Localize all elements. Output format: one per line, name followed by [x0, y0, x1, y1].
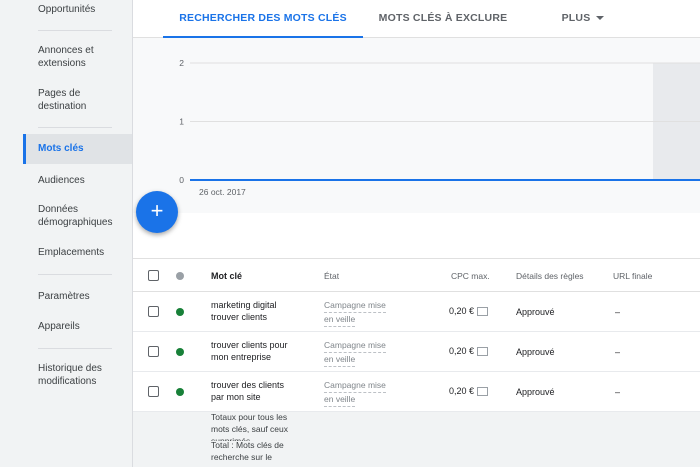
url-value: –	[615, 347, 621, 357]
table-header: Mot clé État CPC max. Détails des règles…	[133, 258, 700, 292]
row-checkbox[interactable]	[148, 306, 159, 317]
google-ads-keywords-page: Opportunités Annonces et extensions Page…	[0, 0, 700, 467]
chart-y-tick-label: 0	[179, 175, 184, 185]
row-checkbox[interactable]	[148, 386, 159, 397]
sidebar-item-audiences[interactable]: Audiences	[23, 174, 132, 187]
chart-canvas: 2 1 0 26 oct. 2017	[179, 58, 700, 197]
caret-down-icon	[596, 16, 605, 21]
sidebar-divider	[38, 127, 112, 128]
totals-label-all: Totaux pour tous les mots clés, sauf ceu…	[211, 412, 289, 441]
chart-icon[interactable]	[477, 307, 488, 316]
column-header-keyword[interactable]: Mot clé	[211, 259, 242, 293]
totals-label-search: Total : Mots clés de recherche sur le	[211, 440, 284, 462]
status-line-2: en veille	[324, 353, 356, 367]
sidebar-divider	[38, 30, 112, 31]
sidebar-divider	[38, 348, 112, 349]
chart-x-tick-label: 26 oct. 2017	[199, 187, 246, 197]
column-header-state[interactable]: État	[324, 259, 339, 293]
row-checkbox[interactable]	[148, 346, 159, 357]
sidebar-item-demographics[interactable]: Données démographiques	[23, 203, 132, 229]
sidebar-item-ads-extensions[interactable]: Annonces et extensions	[23, 44, 132, 70]
status-text: Campagne mise en veille	[324, 339, 386, 367]
sidebar-item-devices[interactable]: Appareils	[23, 320, 132, 333]
cpc-value[interactable]: 0,20 €	[449, 346, 474, 356]
status-line-1: Campagne mise	[324, 299, 386, 313]
url-value: –	[615, 307, 621, 317]
keyword-text[interactable]: marketing digital trouver clients	[211, 299, 277, 323]
sidebar-item-opportunities[interactable]: Opportunités	[23, 3, 132, 16]
sidebar-item-landing-pages[interactable]: Pages de destination	[23, 87, 132, 113]
sidebar-item-keywords[interactable]: Mots clés	[23, 134, 132, 164]
add-keyword-button[interactable]: +	[136, 191, 178, 233]
status-dot-icon	[176, 272, 184, 280]
chart-icon[interactable]	[477, 387, 488, 396]
tab-more-label: PLUS	[561, 12, 591, 24]
sidebar-item-settings[interactable]: Paramètres	[23, 290, 132, 303]
column-header-cpc[interactable]: CPC max.	[451, 259, 490, 293]
tab-bar: RECHERCHER DES MOTS CLÉS MOTS CLÉS À EXC…	[133, 0, 700, 38]
status-enabled-icon	[176, 388, 184, 396]
status-text: Campagne mise en veille	[324, 379, 386, 407]
sidebar-item-change-history[interactable]: Historique des modifications	[23, 362, 132, 388]
select-all-checkbox[interactable]	[148, 270, 159, 281]
table-row[interactable]: trouver clients pour mon entreprise Camp…	[133, 332, 700, 372]
table-row[interactable]: trouver des clients par mon site Campagn…	[133, 372, 700, 412]
totals-row: Totaux pour tous les mots clés, sauf ceu…	[133, 412, 700, 467]
tab-negative-keywords[interactable]: MOTS CLÉS À EXCLURE	[373, 0, 513, 38]
cpc-value[interactable]: 0,20 €	[449, 306, 474, 316]
rules-value: Approuvé	[516, 347, 555, 357]
status-line-2: en veille	[324, 393, 356, 407]
status-line-1: Campagne mise	[324, 379, 386, 393]
performance-chart: 2 1 0 26 oct. 2017	[133, 38, 700, 213]
status-line-1: Campagne mise	[324, 339, 386, 353]
keyword-text[interactable]: trouver des clients par mon site	[211, 379, 284, 403]
status-enabled-icon	[176, 348, 184, 356]
sidebar-item-placements[interactable]: Emplacements	[23, 246, 132, 259]
column-header-rules[interactable]: Détails des règles	[516, 259, 584, 293]
rules-value: Approuvé	[516, 387, 555, 397]
cpc-value[interactable]: 0,20 €	[449, 386, 474, 396]
tab-search-keywords[interactable]: RECHERCHER DES MOTS CLÉS	[163, 0, 363, 38]
keyword-text[interactable]: trouver clients pour mon entreprise	[211, 339, 288, 363]
sidebar-nav: Opportunités Annonces et extensions Page…	[0, 0, 133, 467]
status-line-2: en veille	[324, 313, 356, 327]
status-text: Campagne mise en veille	[324, 299, 386, 327]
sidebar-divider	[38, 274, 112, 275]
tab-more[interactable]: PLUS	[553, 0, 613, 38]
chart-y-tick-label: 1	[179, 117, 184, 127]
table-row[interactable]: marketing digital trouver clients Campag…	[133, 292, 700, 332]
keywords-table: Mot clé État CPC max. Détails des règles…	[133, 258, 700, 467]
status-enabled-icon	[176, 308, 184, 316]
rules-value: Approuvé	[516, 307, 555, 317]
chart-icon[interactable]	[477, 347, 488, 356]
column-header-url[interactable]: URL finale	[613, 259, 652, 293]
url-value: –	[615, 387, 621, 397]
chart-y-tick-label: 2	[179, 58, 184, 68]
